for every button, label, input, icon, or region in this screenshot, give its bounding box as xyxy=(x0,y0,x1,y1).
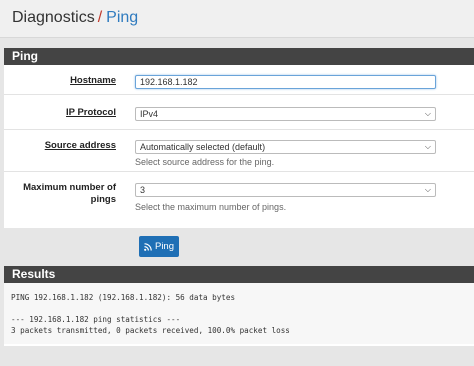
results-output: PING 192.168.1.182 (192.168.1.182): 56 d… xyxy=(4,283,474,344)
ip-protocol-value: IPv4 xyxy=(140,109,159,119)
results-panel-title: Results xyxy=(4,266,474,283)
results-panel: Results PING 192.168.1.182 (192.168.1.18… xyxy=(4,266,474,346)
source-address-row: Source address Automatically selected (d… xyxy=(4,130,474,172)
results-line: PING 192.168.1.182 (192.168.1.182): 56 d… xyxy=(11,293,236,302)
ping-panel-title: Ping xyxy=(4,48,474,65)
max-pings-select[interactable]: 3 ⌵ xyxy=(135,183,436,197)
breadcrumb-parent[interactable]: Diagnostics xyxy=(12,9,95,26)
ip-protocol-label: IP Protocol xyxy=(66,107,116,118)
breadcrumb-separator: / xyxy=(97,9,103,26)
hostname-label: Hostname xyxy=(70,75,116,86)
breadcrumb: Diagnostics / Ping xyxy=(0,0,474,38)
ping-button[interactable]: Ping xyxy=(139,236,179,257)
results-line: 3 packets transmitted, 0 packets receive… xyxy=(11,326,290,335)
ping-panel: Ping Hostname 192.168.1.182 IP Protocol … xyxy=(4,48,474,228)
ping-button-label: Ping xyxy=(154,241,174,252)
max-pings-row: Maximum number of pings 3 ⌵ Select the m… xyxy=(4,172,474,219)
results-line xyxy=(11,303,467,314)
chevron-down-icon: ⌵ xyxy=(424,185,431,194)
ip-protocol-select[interactable]: IPv4 ⌵ xyxy=(135,107,436,121)
chevron-down-icon: ⌵ xyxy=(424,142,431,151)
ip-protocol-row: IP Protocol IPv4 ⌵ xyxy=(4,95,474,130)
source-address-help: Select source address for the ping. xyxy=(135,157,275,167)
source-address-select[interactable]: Automatically selected (default) ⌵ xyxy=(135,140,436,154)
rss-icon xyxy=(144,242,152,251)
max-pings-label-line2: pings xyxy=(90,194,116,205)
breadcrumb-current[interactable]: Ping xyxy=(106,9,138,26)
hostname-input[interactable]: 192.168.1.182 xyxy=(135,75,436,89)
source-address-value: Automatically selected (default) xyxy=(140,142,266,152)
max-pings-help: Select the maximum number of pings. xyxy=(135,202,287,212)
chevron-down-icon: ⌵ xyxy=(424,109,431,118)
max-pings-label-line1: Maximum number of xyxy=(23,182,116,193)
results-line: --- 192.168.1.182 ping statistics --- xyxy=(11,315,181,324)
max-pings-value: 3 xyxy=(140,185,146,195)
source-address-label: Source address xyxy=(44,140,116,151)
hostname-row: Hostname 192.168.1.182 xyxy=(4,65,474,95)
max-pings-label: Maximum number of pings xyxy=(23,182,116,206)
